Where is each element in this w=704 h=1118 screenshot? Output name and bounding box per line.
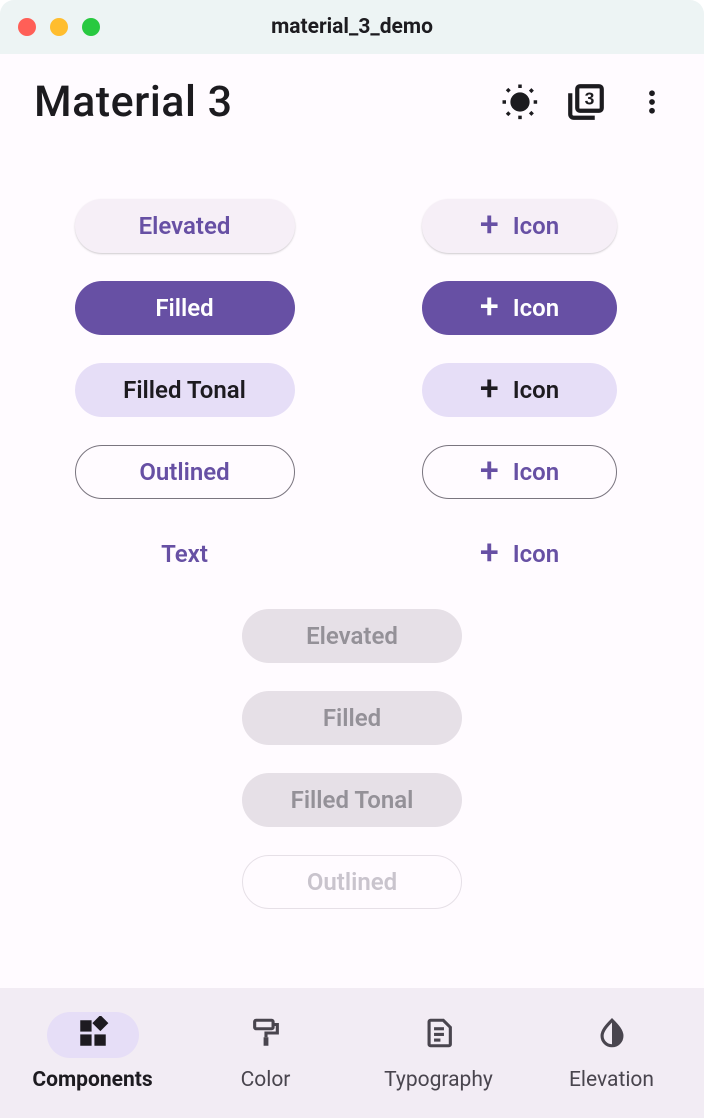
plus-icon: + — [480, 290, 499, 324]
svg-text:3: 3 — [585, 88, 595, 108]
more-vert-icon — [637, 81, 667, 123]
button-label: Icon — [513, 294, 559, 322]
filled-icon-button[interactable]: + Icon — [422, 281, 617, 335]
maximize-window-button[interactable] — [82, 18, 100, 36]
content-area: Elevated + Icon Filled + Icon Filled Ton… — [0, 149, 704, 988]
nav-item-components[interactable]: Components — [6, 1012, 179, 1092]
nav-item-typography[interactable]: Typography — [352, 1012, 525, 1092]
minimize-window-button[interactable] — [50, 18, 68, 36]
nav-label: Color — [241, 1068, 291, 1092]
button-label: Elevated — [139, 212, 231, 240]
button-label: Filled — [155, 294, 213, 322]
button-label: Filled — [323, 704, 381, 732]
nav-label: Typography — [384, 1068, 493, 1092]
outlined-icon-button[interactable]: + Icon — [422, 445, 617, 499]
brightness-toggle-button[interactable] — [496, 78, 544, 126]
tonal-button-disabled: Filled Tonal — [242, 773, 462, 827]
text-button[interactable]: Text — [75, 527, 295, 581]
filled-tonal-button[interactable]: Filled Tonal — [75, 363, 295, 417]
bottom-navigation: Components Color — [0, 988, 704, 1118]
outlined-button-disabled: Outlined — [242, 855, 462, 909]
traffic-lights — [18, 18, 100, 36]
button-label: Icon — [513, 540, 559, 568]
text-icon-button[interactable]: + Icon — [422, 527, 617, 581]
filled-tonal-icon-button[interactable]: + Icon — [422, 363, 617, 417]
nav-label: Elevation — [569, 1068, 654, 1092]
text-snippet-icon — [422, 1016, 456, 1054]
material-version-button[interactable]: 3 — [562, 78, 610, 126]
window-title: material_3_demo — [0, 15, 704, 39]
app-bar: Material 3 — [0, 54, 704, 149]
plus-icon: + — [480, 454, 499, 488]
brightness-icon — [499, 81, 541, 123]
button-label: Icon — [513, 458, 559, 486]
invert-colors-icon — [595, 1016, 629, 1054]
window-titlebar: material_3_demo — [0, 0, 704, 54]
button-label: Icon — [513, 376, 559, 404]
app-title: Material 3 — [34, 77, 233, 127]
plus-icon: + — [480, 208, 499, 242]
button-label: Outlined — [307, 868, 397, 896]
outlined-button[interactable]: Outlined — [75, 445, 295, 499]
close-window-button[interactable] — [18, 18, 36, 36]
widgets-icon — [76, 1016, 110, 1054]
app-surface: Material 3 — [0, 54, 704, 1118]
overflow-menu-button[interactable] — [628, 78, 676, 126]
plus-icon: + — [480, 536, 499, 570]
plus-icon: + — [480, 372, 499, 406]
disabled-button-stack: Elevated Filled Filled Tonal Outlined — [0, 609, 704, 909]
button-label: Filled Tonal — [291, 786, 414, 814]
nav-item-elevation[interactable]: Elevation — [525, 1012, 698, 1092]
nav-item-color[interactable]: Color — [179, 1012, 352, 1092]
format-paint-icon — [249, 1016, 283, 1054]
button-label: Filled Tonal — [123, 376, 246, 404]
button-label: Text — [161, 540, 208, 568]
button-label: Outlined — [139, 458, 229, 486]
button-label: Icon — [513, 212, 559, 240]
button-label: Elevated — [306, 622, 398, 650]
button-grid: Elevated + Icon Filled + Icon Filled Ton… — [62, 199, 642, 581]
elevated-icon-button[interactable]: + Icon — [422, 199, 617, 253]
filled-button[interactable]: Filled — [75, 281, 295, 335]
elevated-button[interactable]: Elevated — [75, 199, 295, 253]
filter-3-icon: 3 — [565, 81, 607, 123]
elevated-button-disabled: Elevated — [242, 609, 462, 663]
nav-label: Components — [32, 1068, 152, 1092]
filled-button-disabled: Filled — [242, 691, 462, 745]
